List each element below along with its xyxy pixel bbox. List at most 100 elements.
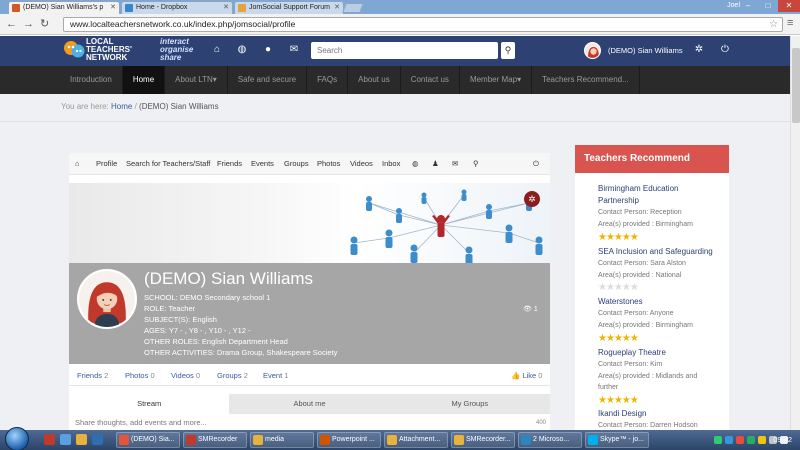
recommend-item-title[interactable]: Ikandi Design bbox=[598, 409, 646, 418]
close-tab-icon[interactable]: ✕ bbox=[334, 2, 340, 13]
toolbar-search-teachers[interactable]: Search for Teachers/Staff bbox=[126, 159, 210, 168]
site-logo-text[interactable]: LOCAL TEACHERS' NETWORK bbox=[86, 38, 132, 62]
tab-stream[interactable]: Stream bbox=[69, 394, 230, 414]
toolbar-inbox[interactable]: Inbox bbox=[382, 159, 400, 168]
taskbar-item-microsoft[interactable]: 2 Microso... bbox=[518, 432, 582, 448]
toolbar-groups[interactable]: Groups bbox=[284, 159, 309, 168]
mail-icon[interactable]: ✉ bbox=[452, 159, 458, 168]
scrollbar-thumb[interactable] bbox=[792, 48, 800, 123]
taskbar-item-smrecorder-2[interactable]: SMRecorder... bbox=[451, 432, 515, 448]
back-arrow-icon[interactable]: ← bbox=[6, 18, 17, 30]
quicklaunch-icon[interactable] bbox=[92, 434, 103, 445]
taskbar-item-smrecorder[interactable]: SMRecorder bbox=[183, 432, 247, 448]
toolbar-videos[interactable]: Videos bbox=[350, 159, 373, 168]
friend-request-icon[interactable]: ♟ bbox=[432, 159, 439, 168]
close-window-icon[interactable]: ✕ bbox=[778, 0, 800, 12]
profile-other-roles: OTHER ROLES: English Department Head bbox=[144, 337, 288, 346]
browser-tab-profile[interactable]: (DEMO) Sian Williams's p ✕ bbox=[8, 1, 120, 14]
recommend-item-title[interactable]: Rogueplay Theatre bbox=[598, 348, 666, 357]
tab-my-groups[interactable]: My Groups bbox=[389, 394, 550, 414]
tray-icon[interactable] bbox=[714, 436, 722, 444]
wrench-menu-icon[interactable]: ≡ bbox=[787, 17, 793, 29]
maximize-icon[interactable]: □ bbox=[758, 0, 778, 12]
site-search-input[interactable] bbox=[311, 42, 498, 59]
profile-panel: ⌂ Profile Search for Teachers/Staff Frie… bbox=[69, 153, 550, 430]
speech-bubbles-logo-icon[interactable] bbox=[63, 39, 85, 61]
quicklaunch-icon[interactable] bbox=[44, 434, 55, 445]
toolbar-events[interactable]: Events bbox=[251, 159, 274, 168]
tray-icon[interactable] bbox=[747, 436, 755, 444]
like-button[interactable]: 👍 Like 0 bbox=[511, 371, 542, 380]
power-icon[interactable]: ⏻ bbox=[718, 43, 732, 57]
minimize-icon[interactable]: – bbox=[738, 0, 758, 12]
forward-arrow-icon[interactable]: → bbox=[23, 18, 34, 30]
user-icon[interactable]: ● bbox=[261, 43, 275, 57]
tray-icon[interactable] bbox=[736, 436, 744, 444]
logout-icon[interactable]: ⏻ bbox=[533, 159, 539, 169]
browser-tab-forum[interactable]: JomSocial Support Forum ✕ bbox=[234, 1, 344, 14]
search-icon[interactable]: ⚲ bbox=[473, 159, 479, 168]
toolbar-profile[interactable]: Profile bbox=[96, 159, 117, 168]
mail-icon[interactable]: ✉ bbox=[287, 43, 301, 57]
browser-tab-dropbox[interactable]: Home - Dropbox ✕ bbox=[121, 1, 233, 14]
close-tab-icon[interactable]: ✕ bbox=[223, 2, 229, 13]
nav-contact-us[interactable]: Contact us bbox=[401, 66, 460, 94]
nav-about-us[interactable]: About us bbox=[348, 66, 401, 94]
page-scrollbar[interactable] bbox=[790, 36, 800, 430]
toolbar-friends[interactable]: Friends bbox=[217, 159, 242, 168]
star-icon: ★ bbox=[598, 395, 607, 406]
recorder-icon bbox=[186, 435, 196, 445]
thumbs-up-icon: 👍 bbox=[511, 371, 521, 380]
profile-avatar[interactable] bbox=[77, 269, 137, 329]
search-icon[interactable]: ⚲ bbox=[501, 42, 515, 59]
taskbar-item-chrome[interactable]: (DEMO) Sia... bbox=[116, 432, 180, 448]
recommend-item-title[interactable]: Waterstones bbox=[598, 297, 643, 306]
recommend-item-title[interactable]: Partnership bbox=[598, 196, 639, 205]
taskbar-item-skype[interactable]: Skype™ - jo... bbox=[585, 432, 649, 448]
stat-groups[interactable]: Groups 2 bbox=[217, 371, 248, 380]
globe-icon[interactable]: ◍ bbox=[235, 43, 249, 57]
tray-icon[interactable] bbox=[758, 436, 766, 444]
reload-icon[interactable]: ↻ bbox=[40, 18, 49, 30]
nav-faqs[interactable]: FAQs bbox=[307, 66, 349, 94]
home-icon[interactable]: ⌂ bbox=[210, 43, 224, 57]
nav-introduction[interactable]: Introduction bbox=[60, 66, 123, 94]
new-tab-button[interactable] bbox=[342, 3, 364, 13]
globe-icon[interactable]: ◍ bbox=[412, 159, 419, 168]
stat-videos[interactable]: Videos 0 bbox=[171, 371, 200, 380]
close-tab-icon[interactable]: ✕ bbox=[110, 2, 116, 13]
url-field[interactable]: www.localteachersnetwork.co.uk/index.php… bbox=[63, 17, 783, 32]
share-input[interactable]: Share thoughts, add events and more... 4… bbox=[69, 416, 550, 430]
toolbar-home-icon[interactable]: ⌂ bbox=[75, 159, 80, 168]
nav-member-map[interactable]: Member Map▾ bbox=[460, 66, 533, 94]
cover-settings-gear-icon[interactable]: ✲ bbox=[524, 191, 540, 207]
stat-events[interactable]: Event 1 bbox=[263, 371, 288, 380]
nav-teachers-recommend[interactable]: Teachers Recommend... bbox=[532, 66, 640, 94]
recommend-item-title[interactable]: SEA Inclusion and Safeguarding bbox=[598, 247, 713, 256]
gear-icon[interactable]: ✲ bbox=[692, 43, 706, 57]
quicklaunch-icon[interactable] bbox=[60, 434, 71, 445]
nav-about-ltn[interactable]: About LTN▾ bbox=[165, 66, 228, 94]
start-button[interactable] bbox=[5, 427, 29, 450]
tray-icon[interactable] bbox=[725, 436, 733, 444]
taskbar-clock[interactable]: 09:42 bbox=[773, 435, 792, 444]
bookmark-star-icon[interactable]: ☆ bbox=[769, 18, 778, 31]
nav-safe-and-secure[interactable]: Safe and secure bbox=[228, 66, 308, 94]
stat-photos[interactable]: Photos 0 bbox=[125, 371, 155, 380]
toolbar-photos[interactable]: Photos bbox=[317, 159, 340, 168]
taskbar-item-media[interactable]: media bbox=[250, 432, 314, 448]
nav-home[interactable]: Home bbox=[122, 66, 166, 94]
tab-about-me[interactable]: About me bbox=[229, 394, 390, 414]
star-icon: ★ bbox=[605, 333, 615, 344]
breadcrumb-home-link[interactable]: Home bbox=[111, 102, 132, 111]
taskbar-item-powerpoint[interactable]: Powerpoint ... bbox=[317, 432, 381, 448]
quicklaunch-icon[interactable] bbox=[76, 434, 87, 445]
taskbar-item-attachments[interactable]: Attachment... bbox=[384, 432, 448, 448]
star-icon: ★ bbox=[613, 232, 623, 243]
user-name-link[interactable]: (DEMO) Sian Williams bbox=[608, 46, 683, 55]
sidebar-title: Teachers Recommend bbox=[575, 145, 729, 173]
stat-friends[interactable]: Friends 2 bbox=[77, 371, 108, 380]
avatar[interactable] bbox=[584, 42, 601, 59]
recommend-item-title[interactable]: Birmingham Education bbox=[598, 184, 678, 193]
recommend-item-contact: Contact Person: Sara Alston bbox=[598, 260, 686, 267]
